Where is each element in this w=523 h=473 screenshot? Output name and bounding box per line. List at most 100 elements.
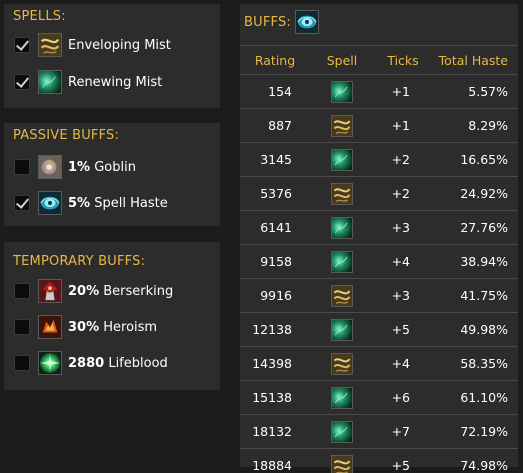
berserking-label: Berserking [103,283,174,299]
table-row: 9158 +4 38.94% [240,244,518,279]
table-row: 154 +1 5.57% [240,74,518,109]
spell-haste-label: Spell Haste [94,195,168,211]
goblin-value: 1% [68,159,91,175]
table-row: 18884 +5 74.98% [240,448,518,473]
berserking-value: 20% [68,283,100,299]
spell-cell [310,142,374,177]
heroism-label: Heroism [103,319,158,335]
ticks-cell: +1 [374,74,432,109]
total-haste-cell: 38.94% [432,244,518,279]
column-header-total-haste: Total Haste [432,45,518,75]
berserking-icon [38,279,62,303]
rating-cell: 15138 [240,380,310,415]
buffs-header: BUFFS: [244,10,319,34]
renewing-mist-icon [331,318,353,341]
heroism-icon [38,315,62,339]
ticks-cell: +2 [374,142,432,177]
rating-cell: 9916 [240,278,310,313]
checkbox-lifeblood[interactable] [14,355,30,371]
temporary-option-heroism[interactable]: 30% Heroism [14,314,157,340]
table-row: 14398 +4 58.35% [240,346,518,381]
total-haste-cell: 49.98% [432,312,518,347]
buffs-title: BUFFS: [244,14,291,30]
renewing-mist-icon [331,148,353,171]
spells-title: SPELLS: [13,9,66,24]
enveloping-mist-icon [331,454,353,473]
spell-cell [310,414,374,449]
rating-cell: 14398 [240,346,310,381]
enveloping-mist-label: Enveloping Mist [68,37,171,53]
passive-option-spell-haste[interactable]: 5% Spell Haste [14,190,168,216]
renewing-mist-icon [331,386,353,409]
spell-haste-icon [38,191,62,215]
ticks-cell: +3 [374,278,432,313]
temporary-option-berserking[interactable]: 20% Berserking [14,278,173,304]
table-row: 18132 +7 72.19% [240,414,518,449]
temporary-buffs-panel: TEMPORARY BUFFS: 20% Berserking 30% Hero… [4,242,220,390]
renewing-mist-icon [331,250,353,273]
spell-cell [310,312,374,347]
passive-buffs-panel: PASSIVE BUFFS: 1% Goblin 5% Spell Haste [4,123,220,226]
spell-cell [310,176,374,211]
total-haste-cell: 72.19% [432,414,518,449]
lifeblood-value: 2880 [68,355,105,371]
heroism-value: 30% [68,319,100,335]
spell-cell [310,210,374,245]
temporary-buffs-title: TEMPORARY BUFFS: [13,254,146,269]
spell-cell [310,108,374,143]
enveloping-mist-icon [331,352,353,375]
checkbox-berserking[interactable] [14,283,30,299]
buffs-panel: BUFFS: Rating Spell Ticks Total Haste 15… [240,4,518,473]
table-row: 9916 +3 41.75% [240,278,518,313]
spell-cell [310,380,374,415]
renewing-mist-icon [38,70,62,94]
ticks-cell: +3 [374,210,432,245]
spell-cell [310,278,374,313]
spell-haste-icon [295,10,319,34]
checkbox-renewing-mist[interactable] [14,74,30,90]
rating-cell: 3145 [240,142,310,177]
checkbox-enveloping-mist[interactable] [14,37,30,53]
spell-option-renewing-mist[interactable]: Renewing Mist [14,69,162,95]
goblin-icon [38,155,62,179]
ticks-cell: +7 [374,414,432,449]
column-header-spell: Spell [310,45,374,75]
total-haste-cell: 58.35% [432,346,518,381]
total-haste-cell: 41.75% [432,278,518,313]
rating-cell: 5376 [240,176,310,211]
rating-cell: 12138 [240,312,310,347]
enveloping-mist-icon [331,284,353,307]
rating-cell: 18884 [240,448,310,473]
ticks-cell: +5 [374,312,432,347]
ticks-cell: +6 [374,380,432,415]
table-row: 887 +1 8.29% [240,108,518,143]
spell-cell [310,346,374,381]
spell-option-enveloping-mist[interactable]: Enveloping Mist [14,32,171,58]
lifeblood-label: Lifeblood [108,355,168,371]
buffs-table-header: Rating Spell Ticks Total Haste [240,45,518,75]
checkbox-heroism[interactable] [14,319,30,335]
total-haste-cell: 27.76% [432,210,518,245]
total-haste-cell: 16.65% [432,142,518,177]
total-haste-cell: 24.92% [432,176,518,211]
spells-panel: SPELLS: Enveloping Mist Renewing Mist [4,4,220,108]
spell-cell [310,448,374,473]
ticks-cell: +4 [374,244,432,279]
buffs-table-body: 154 +1 5.57% 887 +1 8.29% 3145 +2 16.65% 5376 … [240,74,518,473]
renewing-mist-icon [331,80,353,103]
spell-haste-value: 5% [68,195,91,211]
checkbox-spell-haste[interactable] [14,195,30,211]
checkbox-goblin[interactable] [14,159,30,175]
rating-cell: 18132 [240,414,310,449]
total-haste-cell: 8.29% [432,108,518,143]
renewing-mist-label: Renewing Mist [68,74,163,90]
temporary-option-lifeblood[interactable]: 2880 Lifeblood [14,350,168,376]
renewing-mist-icon [331,420,353,443]
total-haste-cell: 61.10% [432,380,518,415]
rating-cell: 887 [240,108,310,143]
lifeblood-icon [38,351,62,375]
rating-cell: 6141 [240,210,310,245]
passive-option-goblin[interactable]: 1% Goblin [14,154,136,180]
table-row: 5376 +2 24.92% [240,176,518,211]
ticks-cell: +4 [374,346,432,381]
